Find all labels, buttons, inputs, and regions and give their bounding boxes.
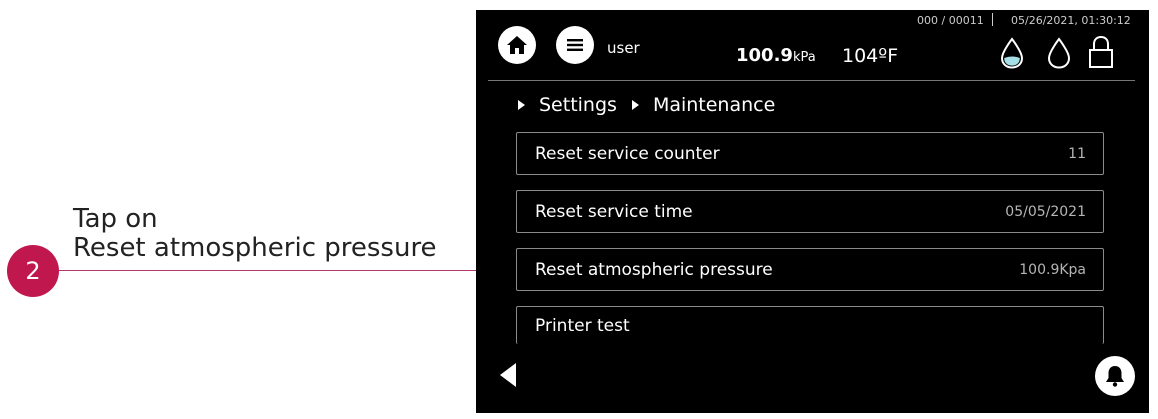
pressure-readout: 100.9kPa bbox=[736, 45, 816, 66]
pressure-value: 100.9 bbox=[736, 45, 793, 66]
home-icon bbox=[507, 36, 527, 54]
menu-icon bbox=[567, 39, 583, 51]
step-badge: 2 bbox=[7, 245, 59, 297]
item-label: Reset service time bbox=[535, 201, 693, 222]
status-divider bbox=[992, 13, 993, 26]
reset-atmospheric-pressure-item[interactable]: Reset atmospheric pressure 100.9Kpa bbox=[516, 248, 1104, 291]
back-arrow-icon[interactable] bbox=[500, 363, 516, 387]
item-value: 100.9Kpa bbox=[1019, 261, 1086, 278]
breadcrumb-settings[interactable]: Settings bbox=[539, 94, 617, 116]
breadcrumb-arrow-icon bbox=[518, 100, 525, 110]
breadcrumb-arrow-icon bbox=[631, 100, 639, 110]
lock-icon[interactable] bbox=[1088, 35, 1114, 69]
bell-button[interactable] bbox=[1095, 356, 1135, 396]
printer-test-item[interactable]: Printer test bbox=[516, 306, 1104, 344]
device-screen: 000 / 00011 05/26/2021, 01:30:12 user 10… bbox=[476, 10, 1149, 413]
temperature-readout: 104ºF bbox=[842, 45, 899, 67]
item-label: Reset service counter bbox=[535, 143, 720, 164]
cycle-counter: 000 / 00011 bbox=[917, 14, 984, 27]
instruction-text: Tap on Reset atmospheric pressure bbox=[73, 205, 437, 263]
item-value: 05/05/2021 bbox=[1005, 203, 1086, 220]
item-label: Printer test bbox=[535, 315, 630, 336]
reset-service-time-item[interactable]: Reset service time 05/05/2021 bbox=[516, 190, 1104, 233]
breadcrumb-maintenance: Maintenance bbox=[652, 94, 776, 116]
instruction-line-1: Tap on bbox=[73, 204, 158, 234]
item-label: Reset atmospheric pressure bbox=[535, 259, 773, 280]
water-drop-filled-icon bbox=[1000, 37, 1024, 69]
user-label: user bbox=[607, 39, 640, 57]
home-button[interactable] bbox=[498, 26, 536, 64]
item-value: 11 bbox=[1068, 145, 1086, 162]
header-divider bbox=[488, 80, 1135, 81]
pressure-unit: kPa bbox=[792, 50, 816, 65]
reset-service-counter-item[interactable]: Reset service counter 11 bbox=[516, 132, 1104, 175]
callout-line bbox=[59, 270, 502, 271]
menu-button[interactable] bbox=[556, 26, 594, 64]
bell-icon bbox=[1106, 366, 1124, 387]
breadcrumb: Settings Maintenance bbox=[518, 94, 775, 116]
water-drop-outline-icon bbox=[1047, 37, 1071, 69]
datetime: 05/26/2021, 01:30:12 bbox=[1011, 14, 1131, 27]
instruction-line-2: Reset atmospheric pressure bbox=[73, 233, 437, 263]
